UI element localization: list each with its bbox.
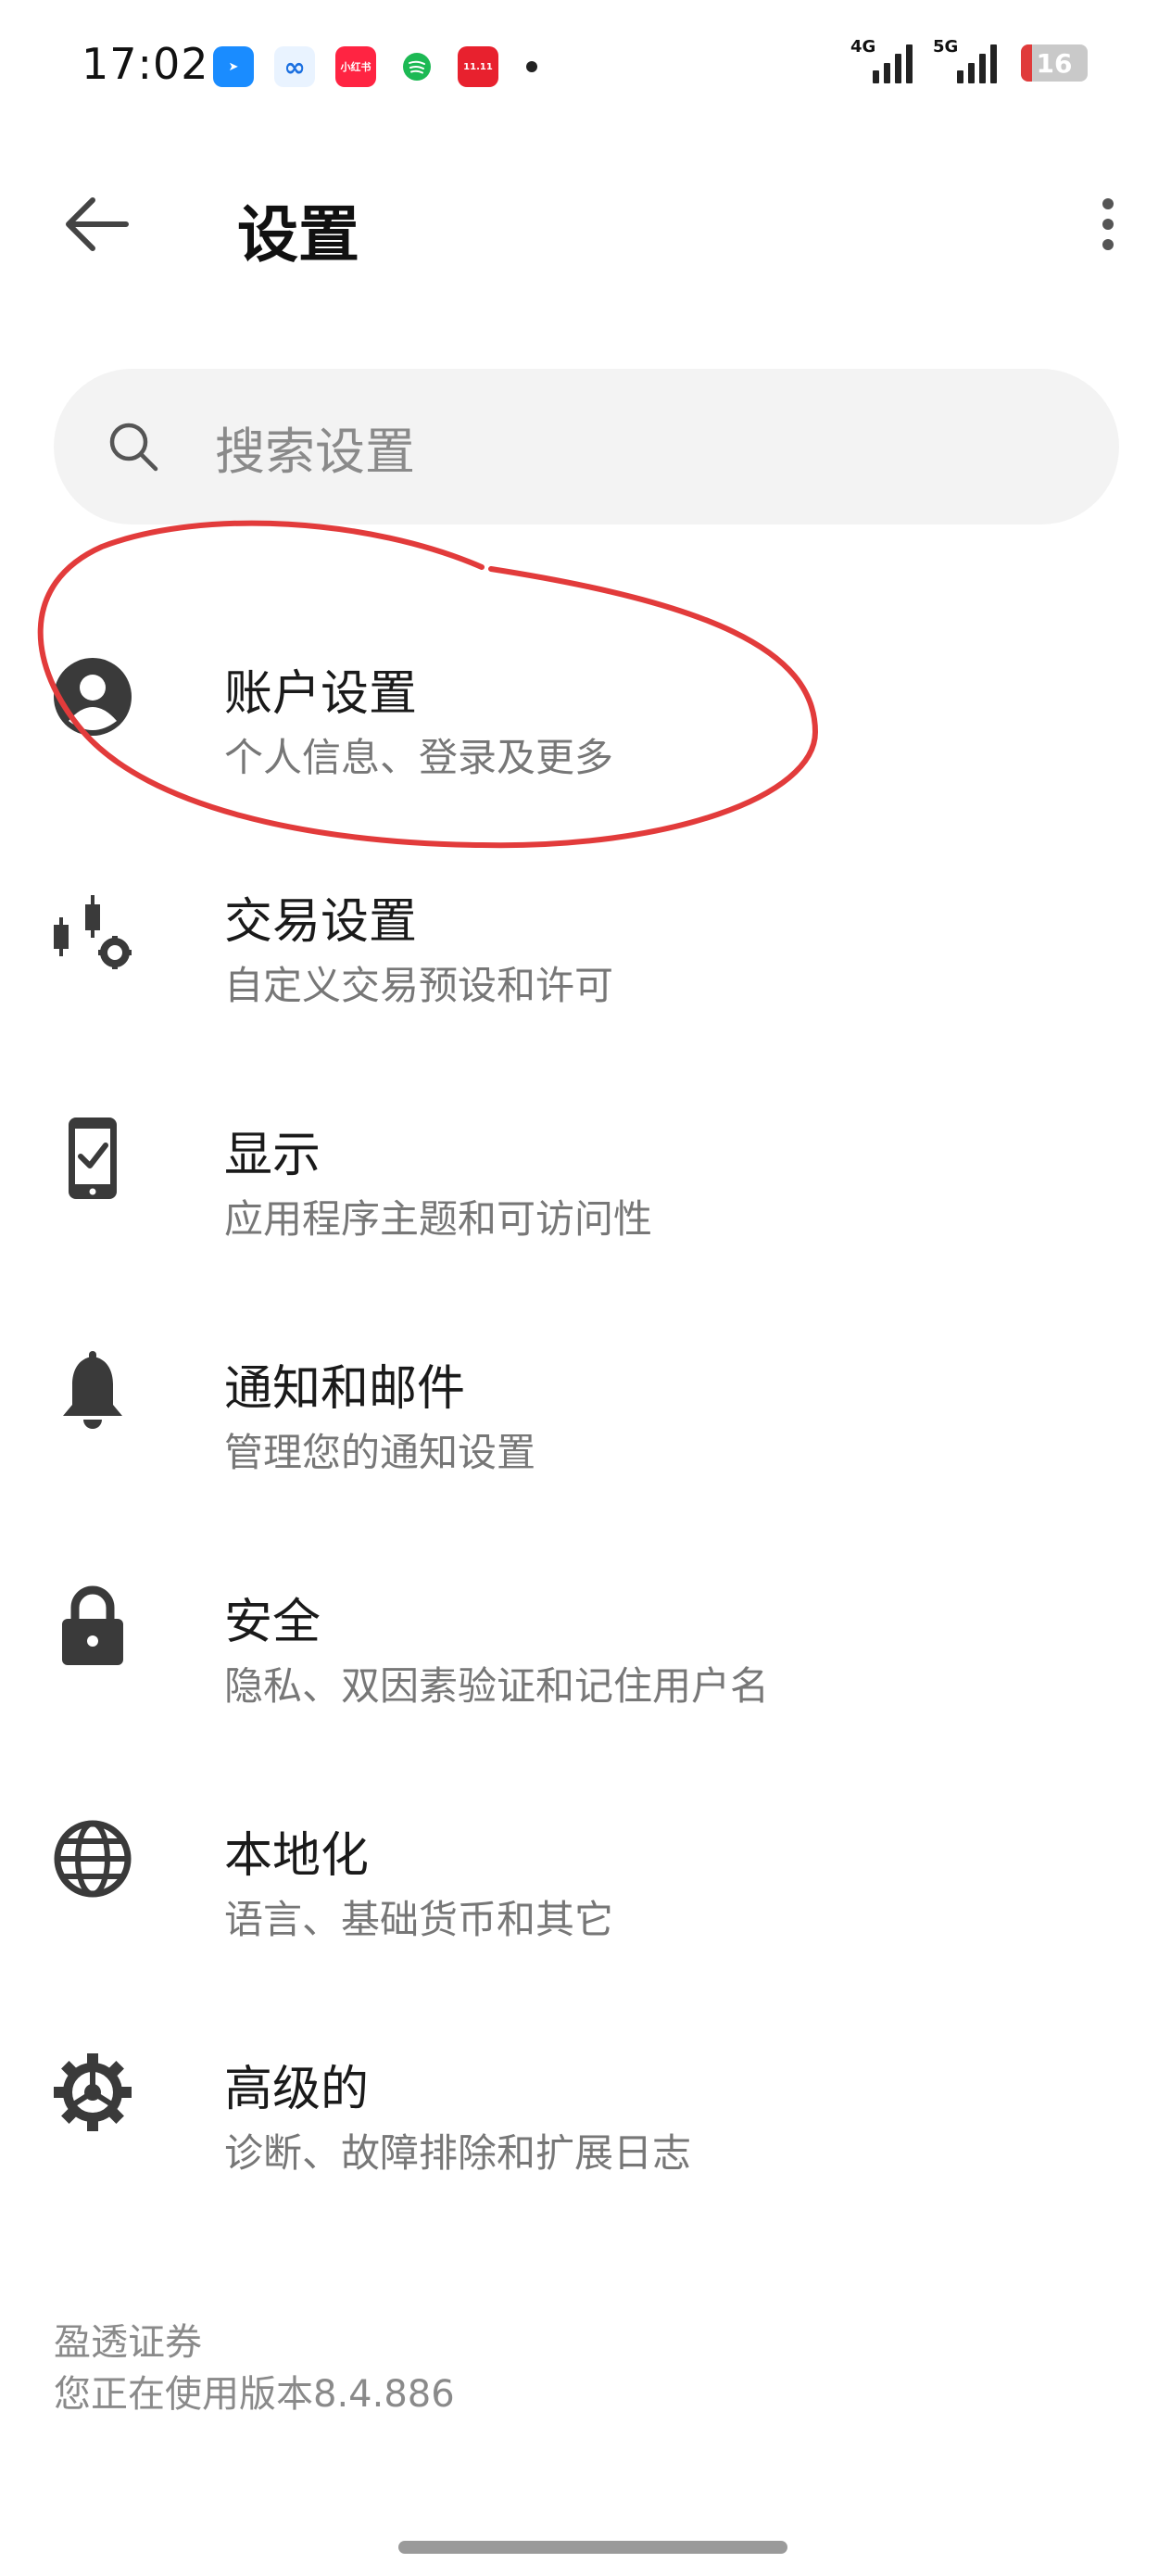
phone-check-icon xyxy=(50,1116,135,1201)
red-shopping-app-icon: 11.11 xyxy=(458,46,498,87)
system-status: 4G 5G 16 xyxy=(850,37,1088,83)
trading-settings-icon xyxy=(50,891,135,977)
xiaohongshu-app-icon: 小红书 xyxy=(335,46,376,87)
search-input[interactable]: 搜索设置 xyxy=(54,369,1119,524)
item-subtitle: 应用程序主题和可访问性 xyxy=(224,1196,653,1242)
settings-item-trading[interactable]: 交易设置 自定义交易预设和许可 xyxy=(0,845,1171,1049)
more-options-button[interactable] xyxy=(1071,180,1145,269)
cell-signal-5g-icon: 5G xyxy=(933,37,997,83)
blue-infinity-app-icon: ∞ xyxy=(274,46,315,87)
item-subtitle: 诊断、故障排除和扩展日志 xyxy=(224,2130,692,2176)
back-button[interactable] xyxy=(52,180,141,269)
item-subtitle: 语言、基础货币和其它 xyxy=(224,1897,614,1942)
settings-item-notifications[interactable]: 通知和邮件 管理您的通知设置 xyxy=(0,1312,1171,1516)
blue-arrow-app-icon: ➤ xyxy=(213,46,254,87)
status-time: 17:02 xyxy=(82,39,209,89)
bell-icon xyxy=(50,1349,135,1434)
item-title: 本地化 xyxy=(224,1828,370,1884)
more-notifications-dot xyxy=(526,61,537,72)
settings-item-localization[interactable]: 本地化 语言、基础货币和其它 xyxy=(0,1779,1171,1983)
app-version-info: 盈透证券 您正在使用版本8.4.886 xyxy=(54,2317,455,2420)
item-subtitle: 隐私、双因素验证和记住用户名 xyxy=(224,1663,770,1709)
company-name: 盈透证券 xyxy=(54,2321,202,2364)
settings-item-security[interactable]: 安全 隐私、双因素验证和记住用户名 xyxy=(0,1546,1171,1749)
search-placeholder: 搜索设置 xyxy=(215,422,415,481)
battery-level: 16 xyxy=(1036,47,1073,79)
status-bar: 17:02 ➤ ∞ 小红书 11.11 4G 5G 16 xyxy=(0,0,1171,139)
version-text: 您正在使用版本8.4.886 xyxy=(54,2373,455,2416)
item-title: 账户设置 xyxy=(224,666,418,722)
item-title: 交易设置 xyxy=(224,894,418,950)
battery-icon: 16 xyxy=(1021,44,1088,82)
settings-item-advanced[interactable]: 高级的 诊断、故障排除和扩展日志 xyxy=(0,2013,1171,2216)
item-title: 显示 xyxy=(224,1128,321,1183)
settings-item-account[interactable]: 账户设置 个人信息、登录及更多 xyxy=(0,612,1171,815)
item-title: 安全 xyxy=(224,1595,321,1650)
item-subtitle: 自定义交易预设和许可 xyxy=(224,963,614,1008)
account-circle-icon xyxy=(50,654,135,739)
search-icon xyxy=(109,423,158,472)
item-subtitle: 个人信息、登录及更多 xyxy=(224,735,614,780)
item-title: 高级的 xyxy=(224,2062,370,2117)
page-title: 设置 xyxy=(237,199,359,271)
home-indicator[interactable] xyxy=(398,2541,787,2554)
globe-icon xyxy=(50,1816,135,1901)
back-arrow-icon xyxy=(66,197,129,251)
notification-icons: ➤ ∞ 小红书 11.11 xyxy=(213,46,537,87)
more-vert-icon xyxy=(1102,198,1114,209)
item-title: 通知和邮件 xyxy=(224,1361,466,1417)
cell-signal-4g-icon: 4G xyxy=(850,37,913,83)
lock-icon xyxy=(50,1583,135,1668)
gear-icon xyxy=(50,2050,135,2135)
item-subtitle: 管理您的通知设置 xyxy=(224,1430,536,1475)
green-music-app-icon xyxy=(397,46,437,87)
app-header: 设置 xyxy=(0,158,1171,287)
settings-item-display[interactable]: 显示 应用程序主题和可访问性 xyxy=(0,1079,1171,1282)
